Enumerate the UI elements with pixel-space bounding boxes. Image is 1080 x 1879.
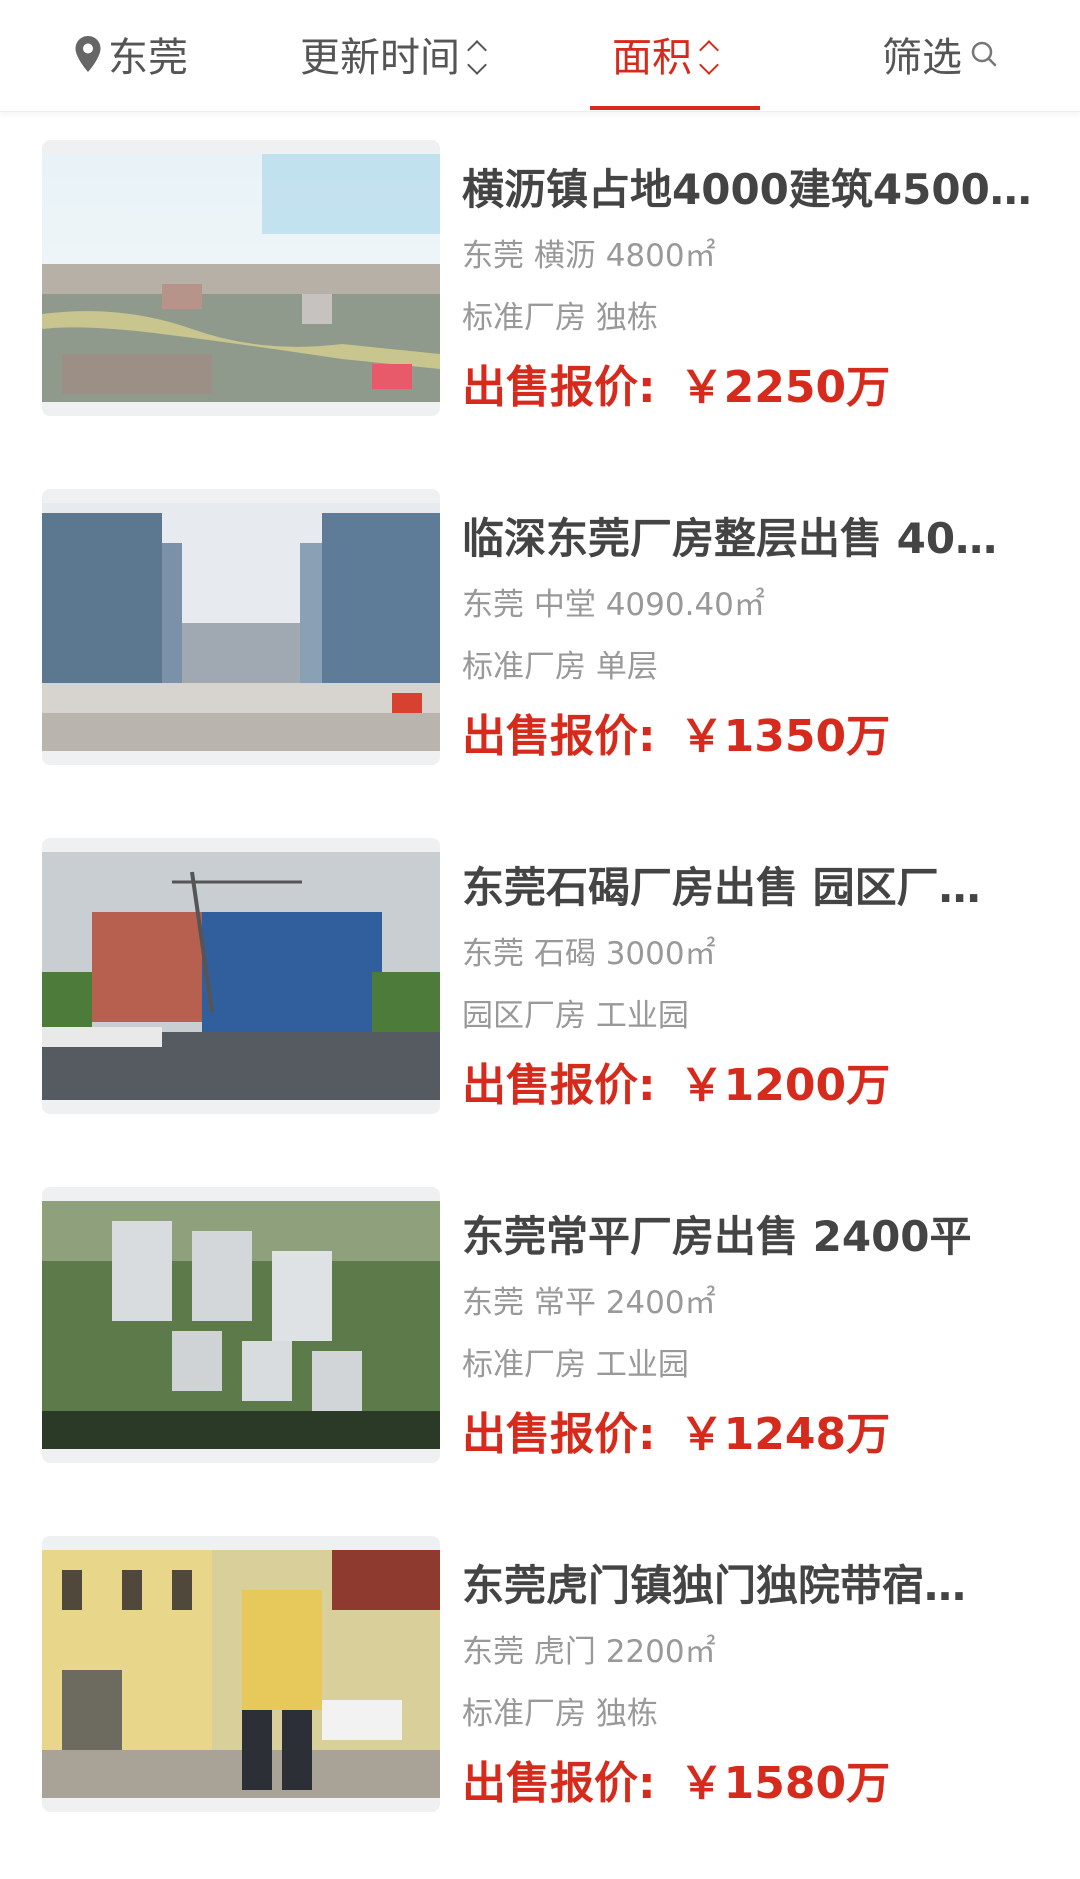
listing-location-area: 东莞 虎门 2200㎡ [462,1634,716,1670]
listing-tags: 园区厂房 工业园 [462,998,689,1034]
update-time-label: 更新时间 [300,35,460,81]
listing-tags: 标准厂房 独栋 [462,300,658,336]
sort-update-time[interactable]: 更新时间 [300,22,487,86]
price-label: 出售报价: [462,711,656,762]
filter-label: 筛选 [882,35,962,81]
construction-site-image [42,852,440,1100]
price-value: ￥2250万 [679,362,891,413]
price-value: ￥1248万 [679,1409,891,1460]
listing-thumbnail [42,140,440,416]
listing-thumbnail [42,1187,440,1463]
filter-button[interactable]: 筛选 [882,22,998,86]
listing-card[interactable]: 临深东莞厂房整层出售 40… 东莞 中堂 4090.40㎡ 标准厂房 单层 出售… [0,489,1080,779]
courtyard-factory-image [42,1550,440,1798]
location-label: 东莞 [108,35,188,81]
area-label: 面积 [612,35,692,81]
listing-card[interactable]: 横沥镇占地4000建筑4500… 东莞 横沥 4800㎡ 标准厂房 独栋 出售报… [0,140,1080,430]
listing-price: 出售报价: ￥1580万 [462,1754,1042,1814]
listing-thumbnail [42,1536,440,1812]
listing-thumbnail [42,489,440,765]
listing-location-area: 东莞 中堂 4090.40㎡ [462,587,765,623]
town-aerial-image [42,154,440,402]
listing-card[interactable]: 东莞石碣厂房出售 园区厂… 东莞 石碣 3000㎡ 园区厂房 工业园 出售报价:… [0,838,1080,1128]
listing-info: 横沥镇占地4000建筑4500… 东莞 横沥 4800㎡ 标准厂房 独栋 出售报… [462,140,1042,418]
location-pin-icon [75,36,101,72]
sort-area[interactable]: 面积 [612,22,719,86]
listing-info: 临深东莞厂房整层出售 40… 东莞 中堂 4090.40㎡ 标准厂房 单层 出售… [462,489,1042,767]
price-value: ￥1200万 [679,1060,891,1111]
price-label: 出售报价: [462,1758,656,1809]
price-value: ￥1350万 [679,711,891,762]
price-label: 出售报价: [462,362,656,413]
listing-title: 横沥镇占地4000建筑4500… [462,165,1032,214]
listing-title: 东莞石碣厂房出售 园区厂… [462,863,981,912]
filter-bar: 东莞 更新时间 面积 筛选 [0,0,1080,112]
listing-price: 出售报价: ￥1248万 [462,1405,1042,1465]
listing-location-area: 东莞 石碣 3000㎡ [462,936,716,972]
listing-title: 东莞虎门镇独门独院带宿… [462,1561,967,1610]
listing-card[interactable]: 东莞常平厂房出售 2400平 东莞 常平 2400㎡ 标准厂房 工业园 出售报价… [0,1187,1080,1477]
listing-title: 临深东莞厂房整层出售 40… [462,514,998,563]
listing-tags: 标准厂房 独栋 [462,1696,658,1732]
price-label: 出售报价: [462,1409,656,1460]
listing-location-area: 东莞 常平 2400㎡ [462,1285,716,1321]
price-value: ￥1580万 [679,1758,891,1809]
active-tab-indicator [590,106,760,110]
listing-price: 出售报价: ￥2250万 [462,358,1042,418]
search-icon [971,41,997,67]
sort-arrows-icon [467,37,487,75]
listing-price: 出售报价: ￥1200万 [462,1056,1042,1116]
sort-arrows-icon [699,37,719,75]
listing-info: 东莞常平厂房出售 2400平 东莞 常平 2400㎡ 标准厂房 工业园 出售报价… [462,1187,1042,1465]
listing-card[interactable]: 东莞虎门镇独门独院带宿… 东莞 虎门 2200㎡ 标准厂房 独栋 出售报价: ￥1… [0,1536,1080,1826]
listing-info: 东莞石碣厂房出售 园区厂… 东莞 石碣 3000㎡ 园区厂房 工业园 出售报价:… [462,838,1042,1116]
listing-location-area: 东莞 横沥 4800㎡ [462,238,716,274]
location-filter[interactable]: 东莞 [74,22,188,86]
office-buildings-image [42,503,440,751]
industrial-park-render-image [42,1201,440,1449]
listing-info: 东莞虎门镇独门独院带宿… 东莞 虎门 2200㎡ 标准厂房 独栋 出售报价: ￥1… [462,1536,1042,1814]
listing-tags: 标准厂房 单层 [462,649,658,685]
listing-thumbnail [42,838,440,1114]
price-label: 出售报价: [462,1060,656,1111]
listing-title: 东莞常平厂房出售 2400平 [462,1212,972,1261]
listing-tags: 标准厂房 工业园 [462,1347,689,1383]
listing-price: 出售报价: ￥1350万 [462,707,1042,767]
